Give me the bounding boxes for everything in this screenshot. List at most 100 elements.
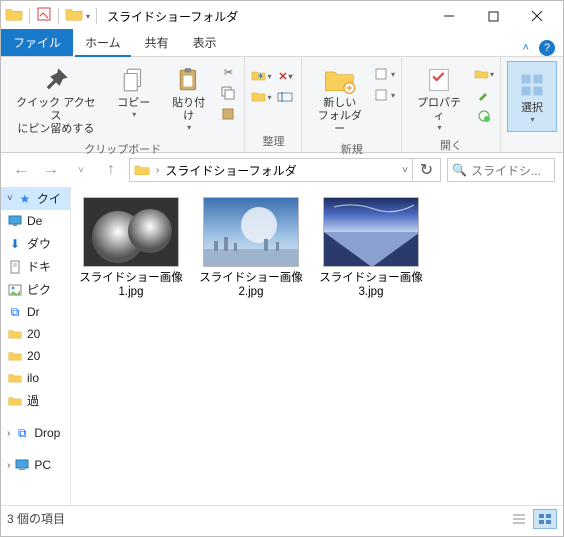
open-button[interactable]: ▾: [474, 65, 494, 83]
navigation-pane[interactable]: ˅★クイ De ⬇ダウ ドキ ピク ⧉Dr 20 20 ilo 過 › ⧉ Drop…: [1, 187, 71, 505]
expand-icon[interactable]: ›: [7, 428, 10, 439]
properties-icon: [425, 63, 453, 97]
sidebar-label: 過: [27, 392, 39, 409]
sidebar-item-quickaccess[interactable]: ˅★クイ: [1, 187, 70, 210]
back-button[interactable]: ←: [9, 158, 33, 182]
minimize-button[interactable]: [427, 2, 471, 30]
expand-icon[interactable]: ˅: [7, 193, 13, 204]
thumbnail: [203, 197, 299, 267]
ribbon-collapse-icon[interactable]: ˄: [523, 42, 529, 54]
pin-label: クイック アクセス にピン留めする: [11, 97, 101, 137]
file-item[interactable]: スライドショー画像1.jpg: [79, 197, 183, 300]
view-thumbnails-button[interactable]: [533, 509, 557, 529]
help-icon[interactable]: ?: [539, 40, 555, 56]
maximize-button[interactable]: [471, 2, 515, 30]
cut-button[interactable]: ✂: [218, 63, 238, 81]
sidebar-item-folder[interactable]: 20: [1, 345, 70, 367]
sidebar-item-downloads[interactable]: ⬇ダウ: [1, 232, 70, 255]
paste-shortcut-button[interactable]: [218, 105, 238, 123]
tab-share[interactable]: 共有: [133, 29, 181, 56]
refresh-button[interactable]: ↻: [413, 158, 441, 182]
qat-separator: [29, 8, 30, 24]
search-placeholder: スライドシ...: [471, 162, 541, 179]
search-icon: 🔍: [452, 163, 467, 177]
window-title: スライドショーフォルダ: [101, 8, 427, 25]
select-group-label: [507, 135, 557, 152]
sidebar-item-folder[interactable]: 過: [1, 389, 70, 412]
sidebar-label: クイ: [37, 190, 61, 207]
pin-quickaccess-button[interactable]: クイック アクセス にピン留めする: [7, 61, 105, 139]
qat-dropdown-icon[interactable]: ▾: [86, 12, 90, 21]
document-icon: [7, 259, 23, 275]
copypath-button[interactable]: [218, 84, 238, 102]
sidebar-item-pc[interactable]: › PC: [1, 454, 70, 476]
new-folder-button[interactable]: 新しい フォルダー: [308, 61, 371, 139]
ribbon-group-select: 選択 ▾: [501, 57, 563, 152]
paste-label: 貼り付け: [167, 97, 211, 123]
titlebar: ▾ スライドショーフォルダ: [1, 1, 563, 31]
status-bar: 3 個の項目: [1, 505, 563, 531]
sidebar-label: Drop: [34, 426, 60, 440]
clipboard-group-label: クリップボード: [7, 139, 238, 160]
sidebar-label: 20: [27, 327, 40, 341]
tab-view[interactable]: 表示: [181, 29, 229, 56]
address-dropdown-icon[interactable]: ˅: [402, 165, 408, 176]
sidebar-item-desktop[interactable]: De: [1, 210, 70, 232]
sidebar-label: PC: [34, 458, 51, 472]
qat-separator-3: [96, 8, 97, 24]
close-button[interactable]: [515, 2, 559, 30]
sidebar-item-pictures[interactable]: ピク: [1, 278, 70, 301]
history-button[interactable]: [474, 107, 494, 125]
open-group-label: 開く: [408, 135, 494, 156]
file-item[interactable]: スライドショー画像3.jpg: [319, 197, 423, 300]
new-item-button[interactable]: ▾: [375, 65, 395, 83]
sidebar-item-documents[interactable]: ドキ: [1, 255, 70, 278]
qat-folder-icon[interactable]: [65, 6, 83, 27]
breadcrumb-folder[interactable]: スライドショーフォルダ: [165, 162, 296, 179]
properties-button[interactable]: プロパティ ▾: [408, 61, 470, 135]
delete-button[interactable]: ✕▾: [275, 67, 295, 85]
ribbon-group-organize: ▾ ▾ ✕▾ 整理: [245, 57, 302, 152]
sidebar-label: ピク: [27, 281, 51, 298]
file-label: スライドショー画像1.jpg: [79, 271, 183, 300]
folder-icon: [7, 370, 23, 386]
ribbon-tabs: ファイル ホーム 共有 表示 ˄ ?: [1, 31, 563, 57]
dropbox-icon: ⧉: [7, 304, 23, 320]
up-button[interactable]: ↑: [99, 158, 123, 182]
select-button[interactable]: 選択 ▾: [507, 61, 557, 132]
select-label: 選択: [521, 102, 543, 115]
sidebar-item-dropbox[interactable]: ⧉Dr: [1, 301, 70, 323]
sidebar-item-folder[interactable]: ilo: [1, 367, 70, 389]
paste-button[interactable]: 貼り付け ▾: [163, 61, 215, 135]
address-bar[interactable]: › スライドショーフォルダ ˅: [129, 158, 413, 182]
sidebar-label: ダウ: [27, 235, 51, 252]
copy-icon: [121, 63, 147, 97]
search-box[interactable]: 🔍 スライドシ...: [447, 158, 555, 182]
tab-home[interactable]: ホーム: [73, 29, 133, 56]
ribbon: クイック アクセス にピン留めする コピー ▾ 貼り付け ▾ ✂ クリップボード: [1, 57, 563, 153]
file-list[interactable]: スライドショー画像1.jpg スライドショー画像2.jpg スライドショー画像3…: [71, 187, 563, 505]
sidebar-label: 20: [27, 349, 40, 363]
easy-access-button[interactable]: ▾: [375, 86, 395, 104]
edit-button[interactable]: [474, 86, 494, 104]
breadcrumb-chevron-icon[interactable]: ›: [156, 165, 159, 176]
tab-file[interactable]: ファイル: [1, 29, 73, 56]
qat-properties-icon[interactable]: [36, 6, 52, 27]
copy-button[interactable]: コピー ▾: [109, 61, 159, 122]
picture-icon: [7, 282, 23, 298]
recent-dropdown[interactable]: ˅: [69, 158, 93, 182]
view-details-button[interactable]: [507, 509, 531, 529]
forward-button[interactable]: →: [39, 158, 63, 182]
sidebar-item-folder[interactable]: 20: [1, 323, 70, 345]
copyto-button[interactable]: ▾: [251, 88, 271, 106]
sidebar-item-dropbox-root[interactable]: › ⧉ Drop: [1, 422, 70, 444]
status-item-count: 3 個の項目: [7, 510, 65, 527]
address-folder-icon: [134, 163, 150, 177]
moveto-button[interactable]: ▾: [251, 67, 271, 85]
expand-icon[interactable]: ›: [7, 460, 10, 471]
file-label: スライドショー画像3.jpg: [319, 271, 423, 300]
rename-button[interactable]: [275, 88, 295, 106]
file-item[interactable]: スライドショー画像2.jpg: [199, 197, 303, 300]
dropbox-icon: ⧉: [14, 425, 30, 441]
sidebar-label: ドキ: [27, 258, 51, 275]
